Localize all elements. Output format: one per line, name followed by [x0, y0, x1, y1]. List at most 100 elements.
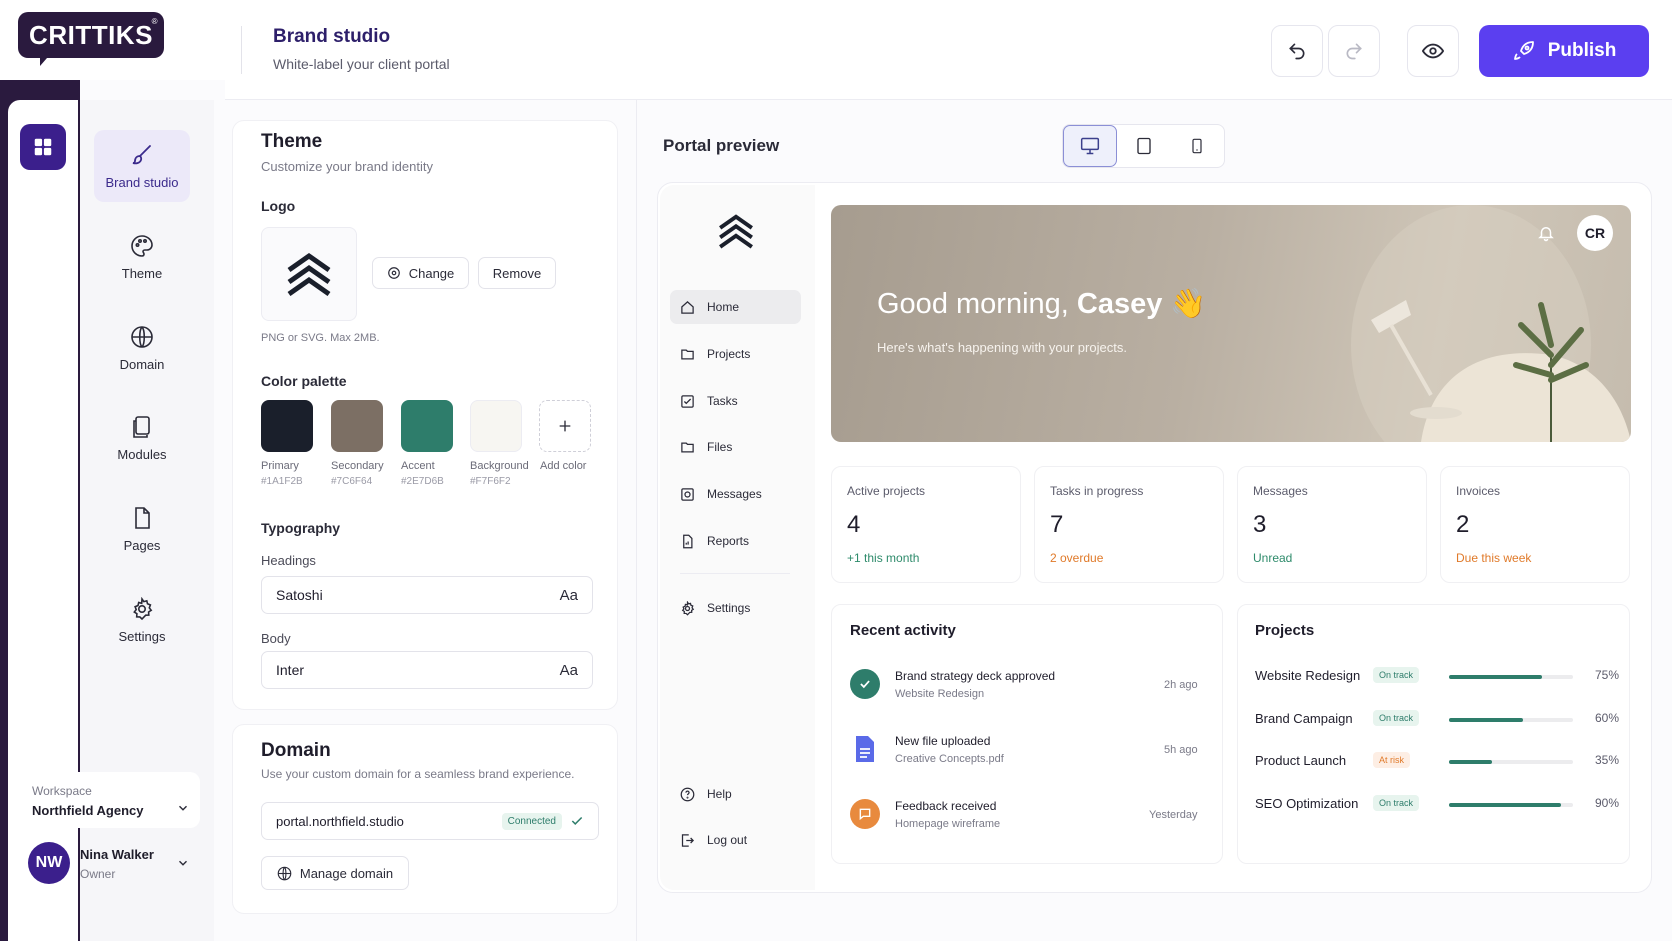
nav-item-settings[interactable]: Settings — [94, 584, 190, 656]
header-divider — [241, 26, 242, 74]
stat-note: Due this week — [1456, 551, 1532, 565]
stat-label: Invoices — [1456, 484, 1501, 498]
portal-nav-files[interactable]: Files — [670, 430, 801, 464]
font-sample: Aa — [559, 661, 578, 679]
domain-subtitle: Use your custom domain for a seamless br… — [261, 767, 575, 781]
publish-button[interactable]: Publish — [1479, 25, 1649, 77]
swatch-secondary[interactable] — [331, 400, 383, 452]
report-icon — [683, 534, 693, 548]
status-badge: On track — [1373, 709, 1420, 726]
comment-icon — [850, 799, 880, 829]
swatch-primary[interactable] — [261, 400, 313, 452]
check-icon — [571, 816, 583, 825]
avatar[interactable]: NW — [28, 842, 70, 884]
undo-button[interactable] — [1271, 25, 1323, 77]
device-toggle — [1062, 124, 1225, 168]
activity-item-title[interactable]: Brand strategy deck approved — [895, 669, 1055, 683]
stat-label: Active projects — [847, 484, 926, 498]
file-icon — [850, 734, 880, 764]
portal-nav-divider — [680, 573, 790, 574]
project-name: Product Launch — [1255, 753, 1347, 769]
nav-item-modules[interactable]: Modules — [94, 402, 190, 474]
portal-help[interactable]: Help — [670, 777, 801, 811]
portal-nav-tasks[interactable]: Tasks — [670, 384, 801, 418]
palette-label: Color palette — [261, 373, 347, 389]
portal-logout[interactable]: Log out — [670, 823, 801, 857]
swatch-background[interactable] — [470, 400, 522, 452]
stat-note: +1 this month — [847, 551, 920, 565]
portal-nav-projects[interactable]: Projects — [670, 337, 801, 371]
activity-item-time: 5h ago — [1164, 744, 1198, 756]
nav-item-pages[interactable]: Pages — [94, 493, 190, 565]
body-font-select[interactable]: Inter Aa — [261, 651, 593, 689]
bell-icon[interactable] — [1537, 224, 1555, 242]
chevron-down-icon[interactable] — [176, 856, 190, 870]
grid-icon — [34, 138, 52, 156]
rocket-icon — [1513, 41, 1534, 60]
folder-icon — [681, 349, 694, 359]
tablet-view-button[interactable] — [1117, 125, 1171, 167]
portal-logo-icon — [719, 214, 753, 249]
project-row[interactable]: SEO Optimization On track 90% — [1255, 794, 1619, 816]
swatch-accent[interactable] — [401, 400, 453, 452]
portal-nav-reports[interactable]: Reports — [670, 524, 801, 558]
change-logo-button[interactable]: Change — [372, 257, 469, 289]
hero-greeting: Good morning, Casey 👋 — [877, 288, 1207, 320]
remove-logo-button[interactable]: Remove — [478, 257, 556, 289]
progress-fill — [1449, 717, 1523, 722]
mobile-view-button[interactable] — [1170, 125, 1224, 167]
gear-icon — [681, 600, 695, 616]
apps-button[interactable] — [20, 124, 66, 170]
workspace-switcher[interactable] — [20, 772, 200, 828]
preview-button[interactable] — [1407, 25, 1459, 77]
user-role: Owner — [80, 867, 116, 881]
progress-track — [1449, 717, 1573, 722]
user-name: Nina Walker — [80, 847, 154, 862]
project-row[interactable]: Brand Campaign On track 60% — [1255, 709, 1619, 731]
swatch-hex: #F7F6F2 — [470, 476, 511, 487]
chevron-down-icon[interactable] — [176, 801, 190, 815]
avatar[interactable]: CR — [1577, 215, 1613, 251]
project-row[interactable]: Website Redesign On track 75% — [1255, 667, 1619, 688]
plus-icon — [559, 420, 571, 432]
project-row[interactable]: Product Launch At risk 35% — [1255, 752, 1619, 773]
gear-icon — [133, 596, 153, 620]
nav-item-domain[interactable]: Domain — [94, 312, 190, 384]
manage-domain-button[interactable]: Manage domain — [261, 856, 409, 890]
redo-icon — [1346, 43, 1362, 60]
brush-icon — [132, 144, 151, 164]
swatch-hex: #7C6F64 — [331, 476, 373, 487]
portal-nav-home[interactable]: Home — [670, 290, 801, 324]
activity-item-time: 2h ago — [1164, 679, 1198, 691]
status-badge: At risk — [1373, 752, 1411, 769]
home-icon — [681, 300, 694, 314]
nav-item-brand-studio[interactable]: Brand studio — [94, 130, 190, 202]
headings-font-select[interactable]: Satoshi Aa — [261, 576, 593, 614]
brand-logo[interactable]: CRITTIKS ® — [18, 12, 164, 58]
globe-icon — [277, 866, 292, 880]
redo-button[interactable] — [1328, 25, 1380, 77]
add-color-button[interactable] — [539, 400, 591, 452]
swatch-name: Primary — [261, 460, 299, 472]
stat-value: 3 — [1253, 511, 1267, 538]
activity-item-title[interactable]: New file uploaded — [895, 734, 990, 748]
headings-label: Headings — [261, 553, 316, 568]
preview-title: Portal preview — [663, 136, 780, 155]
portal-nav-messages[interactable]: Messages — [670, 477, 801, 511]
nav-item-theme[interactable]: Theme — [94, 221, 190, 293]
activity-item-title[interactable]: Feedback received — [895, 799, 996, 813]
logo-preview[interactable] — [261, 227, 357, 321]
wave-emoji: 👋 — [1170, 288, 1207, 320]
project-name: Website Redesign — [1255, 668, 1361, 683]
progress-fill — [1449, 675, 1542, 679]
progress-track — [1449, 802, 1573, 807]
portal-nav-settings[interactable]: Settings — [670, 591, 801, 625]
status-badge: Connected — [501, 812, 562, 830]
domain-input[interactable]: portal.northfield.studio Connected — [261, 802, 599, 840]
swatch-name: Background — [470, 460, 529, 472]
desktop-view-button[interactable] — [1063, 125, 1117, 167]
hero-subtitle: Here's what's happening with your projec… — [877, 340, 1127, 355]
activity-item-sub: Website Redesign — [895, 688, 985, 700]
status-badge: On track — [1373, 794, 1420, 811]
stat-value: 4 — [847, 511, 861, 538]
